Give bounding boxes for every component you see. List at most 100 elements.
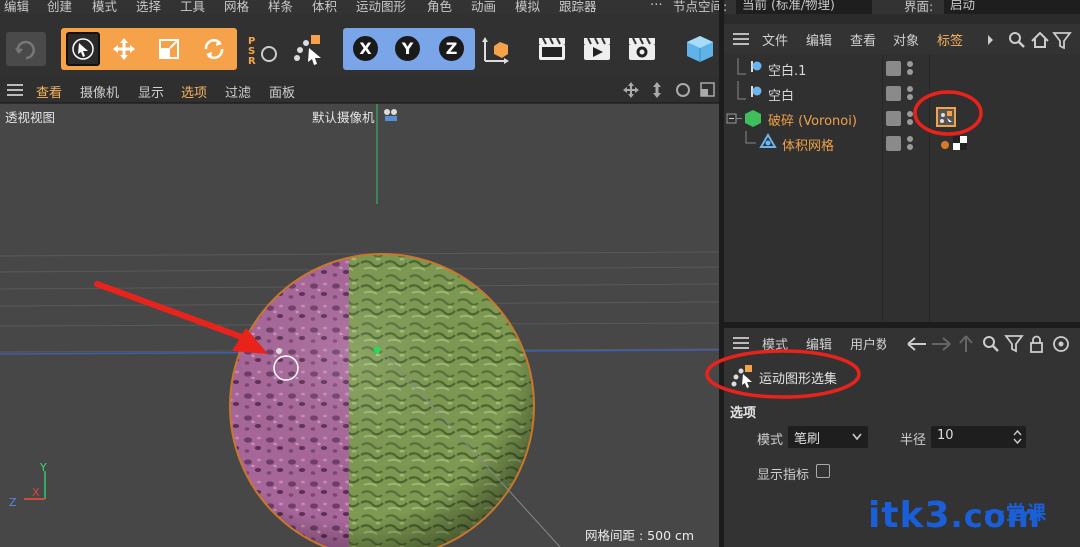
menu-mograph[interactable]: 运动图形: [356, 0, 406, 14]
node-space-select[interactable]: 当前 (标准/物理): [736, 0, 872, 14]
mode-select[interactable]: 笔刷: [788, 426, 868, 448]
object-row-voronoi-fracture[interactable]: 破碎 (Voronoi): [724, 106, 1080, 131]
layer-visibility-icon[interactable]: [886, 111, 901, 126]
menu-animate[interactable]: 动画: [471, 0, 496, 14]
viewport-menubar: 查看 摄像机 显示 选项 过滤 面板: [0, 77, 724, 103]
object-name[interactable]: 空白.1: [768, 60, 806, 79]
coordinate-system-button[interactable]: [478, 32, 512, 66]
material-tag-icon[interactable]: [941, 141, 949, 149]
undo-button[interactable]: [6, 32, 46, 66]
viewport-menu-cameras[interactable]: 摄像机: [80, 82, 119, 101]
gizmo-x-label: X: [32, 486, 40, 499]
lock-y-button[interactable]: Y: [392, 33, 423, 64]
search-icon[interactable]: [983, 336, 999, 352]
menu-chevron-icon[interactable]: ⋯: [650, 0, 663, 11]
svg-text:R: R: [248, 56, 256, 66]
layer-visibility-icon[interactable]: [886, 61, 901, 76]
forward-arrow-icon[interactable]: [932, 337, 951, 351]
menu-tracker[interactable]: 跟踪器: [559, 0, 597, 14]
more-chevron-icon[interactable]: [988, 35, 993, 45]
checker-tag-icon[interactable]: [953, 136, 967, 150]
om-menu-view[interactable]: 查看: [850, 30, 876, 49]
undo-icon: [15, 40, 35, 60]
menu-simulate[interactable]: 模拟: [515, 0, 540, 14]
perspective-viewport[interactable]: 透视视图 默认摄像机 Y X Z 网格间距 : 500 cm: [0, 104, 719, 547]
object-row-null-1[interactable]: 空白.1: [724, 56, 1080, 81]
object-manager-hamburger-icon[interactable]: [733, 33, 749, 45]
select-tool-button[interactable]: [66, 32, 100, 66]
maximize-icon[interactable]: [700, 82, 715, 97]
orbit-icon[interactable]: [676, 83, 690, 97]
move-icon: [113, 38, 135, 60]
filter-icon[interactable]: [1004, 335, 1024, 353]
menu-character[interactable]: 角色: [427, 0, 452, 14]
search-icon[interactable]: [1009, 32, 1025, 48]
annotation-circle-tag: [913, 90, 983, 136]
layer-visibility-icon[interactable]: [886, 86, 901, 101]
show-indicator-checkbox[interactable]: [816, 464, 830, 478]
menu-spline[interactable]: 样条: [268, 0, 293, 14]
object-row-volume-mesher[interactable]: 体积网格: [724, 131, 1080, 156]
filter-icon[interactable]: [1052, 32, 1072, 49]
om-menu-file[interactable]: 文件: [762, 30, 788, 49]
menu-tools[interactable]: 工具: [180, 0, 205, 14]
up-arrow-icon[interactable]: [959, 335, 973, 352]
rotate-tool-button[interactable]: [197, 32, 231, 66]
lock-z-button[interactable]: Z: [436, 33, 467, 64]
menu-select[interactable]: 选择: [136, 0, 161, 14]
expand-toggle-icon[interactable]: [726, 108, 766, 130]
radius-label: 半径: [900, 433, 927, 448]
pan-icon[interactable]: [623, 82, 639, 98]
lock-icon[interactable]: [1030, 335, 1043, 353]
menu-mode[interactable]: 模式: [92, 0, 117, 14]
render-picture-viewer-button[interactable]: [578, 32, 616, 66]
viewport-menu-display[interactable]: 显示: [138, 82, 164, 101]
layout-select[interactable]: 启动: [944, 0, 1080, 14]
layer-visibility-icon[interactable]: [886, 136, 901, 151]
scale-icon: [159, 39, 179, 59]
viewport-menu-filter[interactable]: 过滤: [225, 82, 251, 101]
object-row-null[interactable]: 空白: [724, 81, 1080, 106]
camera-icon: [384, 109, 397, 121]
voronoi-sphere[interactable]: [229, 253, 535, 547]
viewport-menu-view[interactable]: 查看: [36, 82, 62, 101]
cursor-icon: [72, 38, 94, 60]
lock-x-button[interactable]: X: [350, 33, 381, 64]
om-menu-tags[interactable]: 标签: [937, 30, 963, 49]
viewport-hamburger-icon[interactable]: [7, 84, 23, 96]
mograph-selection-button[interactable]: [289, 32, 329, 66]
move-tool-button[interactable]: [107, 32, 141, 66]
editor-visibility-dot[interactable]: [907, 61, 913, 67]
show-indicator-label: 显示指标: [757, 468, 810, 483]
back-arrow-icon[interactable]: [907, 337, 926, 351]
om-menu-edit[interactable]: 编辑: [806, 30, 832, 49]
render-view-button[interactable]: [533, 32, 571, 66]
viewport-menu-panel[interactable]: 面板: [269, 82, 295, 101]
object-name[interactable]: 空白: [768, 85, 794, 104]
render-visibility-dot[interactable]: [907, 144, 913, 150]
stepper-arrows-icon[interactable]: [1013, 429, 1022, 445]
viewport-camera-label[interactable]: 默认摄像机: [312, 107, 375, 126]
radius-field[interactable]: 10: [931, 426, 1026, 448]
menu-volume[interactable]: 体积: [312, 0, 337, 14]
object-name-selected[interactable]: 破碎 (Voronoi): [768, 110, 857, 129]
watermark-top-text: 一堂课: [985, 502, 1049, 524]
render-visibility-dot[interactable]: [907, 69, 913, 75]
menu-edit[interactable]: 编辑: [4, 0, 29, 14]
gizmo-z-label: Z: [9, 496, 17, 509]
new-panel-icon[interactable]: [1053, 336, 1069, 352]
layout-value: 启动: [950, 0, 976, 12]
options-section-title: 选项: [730, 406, 757, 421]
layout-label: 界面:: [904, 0, 934, 14]
cube-object-button[interactable]: [680, 32, 720, 66]
render-settings-button[interactable]: [623, 32, 661, 66]
menu-mesh[interactable]: 网格: [224, 0, 249, 14]
viewport-menu-options[interactable]: 选项: [181, 82, 207, 101]
om-menu-objects[interactable]: 对象: [893, 30, 919, 49]
home-icon[interactable]: [1031, 31, 1049, 48]
dolly-icon[interactable]: [653, 82, 661, 98]
menu-create[interactable]: 创建: [47, 0, 72, 14]
object-name-child[interactable]: 体积网格: [782, 135, 834, 154]
scale-tool-button[interactable]: [152, 32, 186, 66]
psr-button[interactable]: PSR: [243, 32, 283, 66]
